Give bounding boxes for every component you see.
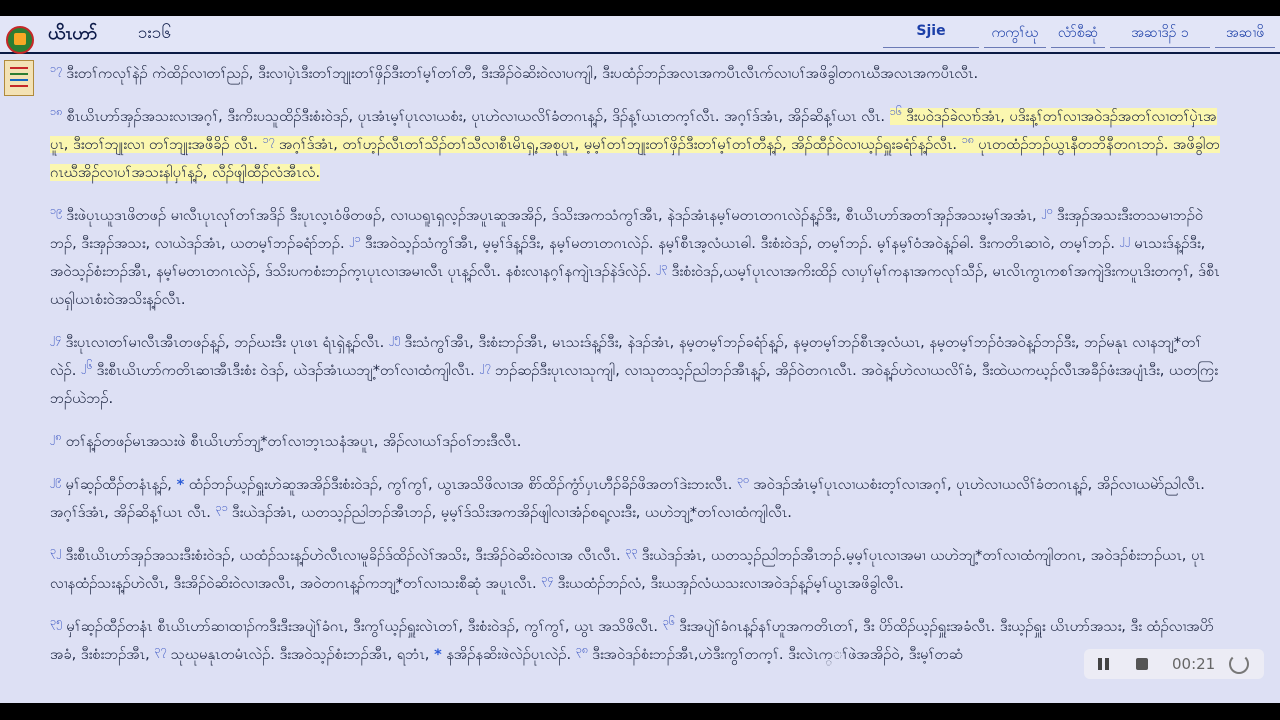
verse-number[interactable]: ၂၅ [389,331,401,344]
verse-number[interactable]: ၂၉ [50,473,62,486]
verse-text: စီၤယိၤဟာ်အှၣ်အသးလၢအဂ့ၢ်, ဒီးကိးပသူထိၣ်ဒီ… [66,108,886,125]
verse-text: ဒီးယဲဒၣ်အံၤ, ယတသ့ၣ်ညါဘၣ်အီၤဘၣ်, မ့မ့ၢ်ဒ်… [231,504,792,521]
verse-number[interactable]: ၃၀ [737,473,749,486]
paragraph: ၁၈ စီၤယိၤဟာ်အှၣ်အသးလၢအဂ့ၢ်, ဒီးကိးပသူထိၣ်… [50,103,1220,187]
paragraph: ၂၉ မှၢ်ဆ့ၣ်ထီၣ်တနံၤန့ၣ်, * ထံၣ်ဘၣ်ယ့ၣ်ရှူ… [50,471,1220,527]
verse-number[interactable]: ၃၁ [216,501,228,514]
reader-screen: ယိၤဟာ် ၁း၁၆ Sjie ကကွၢ်ဃု လံာ်စီဆုံ အဆၢဒိ… [0,16,1280,703]
verse-text: ဒီးယထံၣ်ဘၣ်လံ, ဒီးယအှၣ်လံယသးလၢအဝဲဒၣ်န့ၣ်… [557,575,904,592]
verse-number[interactable]: ၃၅ [50,615,62,628]
verse-text: ဒီးစီၤယိၤဟာ်အှၣ်အသးဒီးစံးဝဲဒၣ်, ယထံၣ်သးန… [65,547,621,564]
verse-text: နအိၣ်နဆိးဖဲလဲၣ်ပုၤလဲၣ်. [446,646,572,663]
verse-number[interactable]: ၂၃ [656,260,668,273]
verse-text: သုဃုမနုၤတမံၤလဲၣ်. ဒီးအဝဲသ့ၣ်စံးဘၣ်အီၤ, ရ… [170,646,430,663]
menu-bible-label: လံာ်စီဆုံ [1057,25,1099,41]
verse-text: မှၢ်ဆ့ၣ်ထီၣ်တနံၤန့ၣ်, [65,476,172,493]
menu-verse[interactable]: အဆၢဖိ [1215,20,1275,48]
verse-number[interactable]: ၃၂ [50,544,62,557]
verse-number[interactable]: ၂၇ [479,359,491,372]
verse-text: ဒီးပုၤလၢတၢ်မၢလီၤအီၤတဖၣ်န့ၣ်, ဘၣ်ဃးဒီး ပု… [65,334,385,351]
chapter-text: ၁၇ ဒီးတၢ်ကလုၢ်နဲၣ် ကဲထိၣ်လၢတၢ်ညၣ်, ဒီးလၢပ… [50,60,1220,684]
menu-sjie[interactable]: Sjie [883,20,979,48]
menu-search-label: ကကွၢ်ဃု [991,25,1039,41]
verse-text: ဒီးတၢ်ကလုၢ်နဲၣ် ကဲထိၣ်လၢတၢ်ညၣ်, ဒီးလၢပှဲ… [66,65,979,82]
pause-icon[interactable] [1098,658,1110,670]
verse-number[interactable]: ၁၇ [50,62,62,75]
menu-sjie-label: Sjie [916,23,946,39]
verse-text: ဒီးအဝဲဒၣ်စံးဘၣ်အီၤ,ဟဲဒီးကွၢ်တက့ၢ်. ဒီးလဲ… [592,646,963,663]
verse-text: ထံၣ်ဘၣ်ယ့ၣ်ရှူးဟဲဆူအအိၣ်ဒီးစံးဝဲဒၣ်, ကွၢ… [188,476,733,493]
paragraph: ၃၅ မှၢ်ဆ့ၣ်ထီၣ်တနံၤ စီၤယိၤဟာ်ဆၢထၢၣ်ကဒီးဒီ… [50,613,1220,669]
verse-number[interactable]: ၂၈ [50,430,62,443]
verse-number[interactable]: ၂၆ [81,359,93,372]
verse-number[interactable]: ၃၈ [576,643,588,656]
chapter-reference[interactable]: ၁း၁၆ [138,22,171,47]
verse-number[interactable]: ၁၉ [50,204,62,217]
verse-number[interactable]: ၂၁ [349,232,361,245]
verse-text: ဒီးအဝဲသ့ၣ်သံကွၢ်အီၤ, မ့မ့ၢ်ဒ်န့ၣ်ဒီး, နမ… [364,235,1115,252]
verse-number[interactable]: ၃၃ [625,544,637,557]
verse-text: မှၢ်ဆ့ၣ်ထီၣ်တနံၤ စီၤယိၤဟာ်ဆၢထၢၣ်ကဒီးဒီးအ… [66,618,659,635]
menu-search[interactable]: ကကွၢ်ဃု [984,20,1046,48]
top-bar: ယိၤဟာ် ၁း၁၆ Sjie ကကွၢ်ဃု လံာ်စီဆုံ အဆၢဒိ… [0,16,1280,54]
paragraph: ၂၈ တၢ်န့ၣ်တဖၣ်မၤအသးဖဲ စီၤယိၤဟာ်ဘျ့*တၢ်လၢဘ… [50,428,1220,456]
verse-text: တၢ်န့ၣ်တဖၣ်မၤအသးဖဲ စီၤယိၤဟာ်ဘျ့*တၢ်လၢဘ့ၤ… [65,433,522,450]
verse-number[interactable]: ၁၇ [263,133,275,146]
verse-number[interactable]: ၂၂ [1120,232,1131,245]
audio-controls: 00:21 [1084,649,1264,679]
verse-number[interactable]: ၃၄ [541,572,553,585]
verse-number[interactable]: ၁၈ [962,133,974,146]
menu-bible[interactable]: လံာ်စီဆုံ [1051,20,1105,48]
verse-number[interactable]: ၃၇ [154,643,166,656]
verse-number[interactable]: ၁၆ [890,105,902,118]
book-title[interactable]: ယိၤဟာ် [48,21,97,48]
paragraph: ၃၂ ဒီးစီၤယိၤဟာ်အှၣ်အသးဒီးစံးဝဲဒၣ်, ယထံၣ်သ… [50,542,1220,598]
verse-text: ဒီးအပျဲၢ်ခံဂၤန့ၣ်နၢ်ဟူအကတိၤတၢ်, ဒီး ပိာ်… [679,618,1046,635]
paragraph: ၁၉ ဒီးဖဲပုၤယူဒၤဖိတဖၣ် မၢလီၤပုၤလုၢ်တၢ်အဒိၣ… [50,202,1220,314]
side-book-icon[interactable] [4,60,34,96]
verse-text: ဒီးဖဲပုၤယူဒၤဖိတဖၣ် မၢလီၤပုၤလုၢ်တၢ်အဒိၣ် … [66,207,1037,224]
app-logo-icon[interactable] [6,26,34,54]
menu-chapter-label: အဆၢဒိၣ် ၁ [1131,25,1189,41]
verse-number[interactable]: ၂၀ [1041,204,1053,217]
reload-icon[interactable] [1229,654,1249,674]
menu-chapter[interactable]: အဆၢဒိၣ် ၁ [1110,20,1210,48]
menu-verse-label: အဆၢဖိ [1225,25,1265,41]
footnote-marker[interactable]: * [177,476,185,493]
verse-number[interactable]: ၃၆ [663,615,675,628]
verse-number[interactable]: ၁၈ [50,105,62,118]
verse-text: အဂ့ၢ်ဒ်အံၤ, တၢ်ဟ့ၣ်လီၤတၢ်သိၣ်တၢ်သီလၢစီၤမ… [278,136,958,153]
verse-text: ဒီးစီၤယိၤဟာ်ကတိၤဆၢအီၤဒီးစံး ဝဲဒၣ်, ယဲဒၣ်… [96,362,475,379]
paragraph: ၂၄ ဒီးပုၤလၢတၢ်မၢလီၤအီၤတဖၣ်န့ၣ်, ဘၣ်ဃးဒီး … [50,329,1220,413]
verse-number[interactable]: ၂၄ [50,331,62,344]
playback-time: 00:21 [1172,655,1216,673]
paragraph: ၁၇ ဒီးတၢ်ကလုၢ်နဲၣ် ကဲထိၣ်လၢတၢ်ညၣ်, ဒီးလၢပ… [50,60,1220,88]
stop-icon[interactable] [1136,658,1148,670]
footnote-marker[interactable]: * [434,646,442,663]
